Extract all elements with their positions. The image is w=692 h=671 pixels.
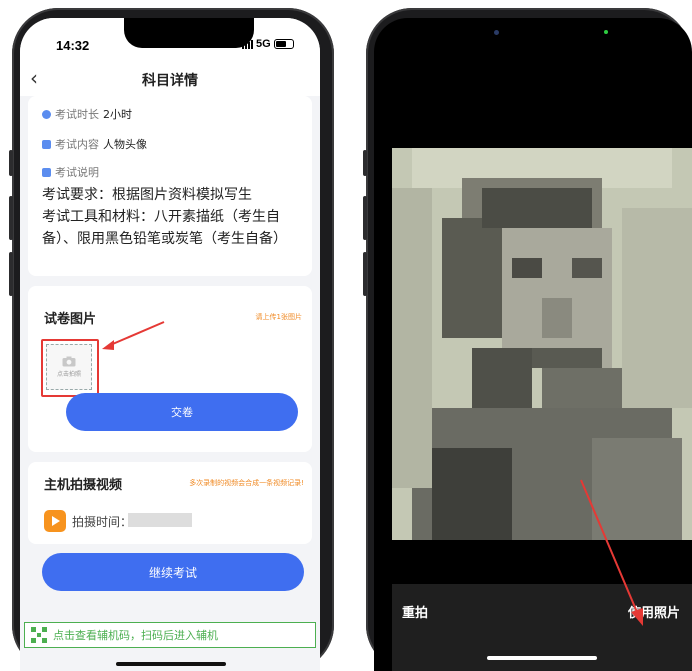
status-time: 14:32 (56, 38, 90, 53)
shoot-time-label: 拍摄时间： (72, 515, 133, 529)
page-title: 科目详情 (142, 73, 198, 89)
content-row: 考试内容 人物头像 (42, 136, 147, 152)
aux-code-bar[interactable]: 点击查看辅机码，扫码后进入辅机 (24, 622, 316, 648)
duration-label: 考试时长 (55, 108, 99, 121)
content-value: 人物头像 (103, 138, 147, 151)
play-icon[interactable] (44, 510, 66, 532)
retake-button[interactable]: 重拍 (402, 602, 428, 621)
description-text: 考试要求：根据图片资料模拟写生 考试工具和材料：八开素描纸（考生自备）、限用黑色… (42, 187, 287, 247)
annotation-arrow (580, 479, 643, 626)
phone-side-button (9, 252, 13, 296)
video-section-title: 主机拍摄视频 (44, 478, 123, 493)
nav-bar: ‹ 科目详情 (20, 62, 320, 96)
battery-icon (273, 39, 294, 49)
notch (124, 18, 254, 48)
duration-value: 2小时 (103, 108, 132, 121)
description-label: 考试说明 (55, 166, 99, 179)
front-camera (494, 30, 499, 35)
home-indicator (487, 656, 597, 660)
paper-upload-hint: 请上传1张图片 (255, 313, 302, 321)
video-card: 主机拍摄视频 多次录制的视频会合成一条视频记录! 拍摄时间： (28, 462, 312, 544)
phone-side-button (363, 150, 367, 176)
network-label: 5G (256, 38, 271, 50)
home-indicator (116, 662, 226, 666)
exam-info-card: 考试时长 2小时 考试内容 人物头像 考试说明 考试要求：根据图片资料模拟写生 … (28, 96, 312, 276)
left-phone-screen: 14:32 5G ‹ 科目详情 考试时长 2小时 考试内容 人物头像 考试说明 … (20, 18, 320, 671)
phone-side-button (363, 196, 367, 240)
qr-code-icon (31, 627, 47, 643)
document-icon (42, 167, 51, 177)
video-merge-hint: 多次录制的视频会合成一条视频记录! (189, 479, 304, 487)
duration-row: 考试时长 2小时 (42, 106, 132, 122)
annotation-arrow (102, 321, 165, 350)
status-bar: 14:32 5G (20, 18, 320, 62)
submit-paper-button[interactable]: 交卷 (66, 393, 298, 431)
phone-side-button (363, 252, 367, 296)
paper-image-card: 试卷图片 请上传1张图片 点击拍照 交卷 (28, 286, 312, 452)
shoot-time-value-redacted (128, 513, 192, 527)
description-row: 考试说明 (42, 164, 99, 180)
camera-indicator (604, 30, 608, 34)
aux-code-text: 点击查看辅机码，扫码后进入辅机 (53, 629, 218, 642)
document-icon (42, 139, 51, 149)
continue-exam-button[interactable]: 继续考试 (42, 553, 304, 591)
highlight-box (41, 339, 99, 397)
paper-section-title: 试卷图片 (44, 312, 97, 327)
right-phone-screen: 重拍 使用照片 (374, 18, 692, 671)
content-label: 考试内容 (55, 138, 99, 151)
phone-side-button (9, 196, 13, 240)
clock-icon (42, 109, 51, 119)
status-icons: 5G (242, 38, 294, 50)
signal-icon (242, 39, 253, 49)
phone-side-button (9, 150, 13, 176)
